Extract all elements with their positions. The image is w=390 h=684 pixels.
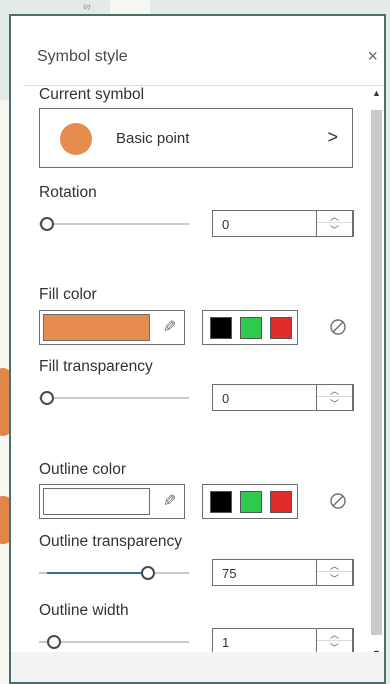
outline-width-value: 1 [222,635,230,650]
map-street-label: S [81,2,93,12]
slider-thumb[interactable] [40,217,54,231]
chevron-up-icon[interactable]: ︿ [317,211,352,223]
fill-color-palette [202,310,298,345]
close-button[interactable]: × [367,46,378,67]
scrollbar-thumb[interactable] [371,110,382,635]
outline-color-swatch[interactable] [43,488,150,515]
no-color-icon[interactable] [329,492,347,510]
no-color-icon[interactable] [329,318,347,336]
palette-red-swatch[interactable] [270,491,292,513]
chevron-down-icon[interactable]: ﹀ [317,398,352,410]
current-symbol-button[interactable]: Basic point > [39,108,353,168]
palette-black-swatch[interactable] [210,491,232,513]
outline-color-label: Outline color [39,461,127,478]
slider-fill [47,572,148,574]
chevron-down-icon[interactable]: ﹀ [317,224,352,236]
chevron-down-icon[interactable]: ﹀ [317,573,352,585]
pencil-icon[interactable]: ✎ [163,491,176,511]
rotation-slider[interactable] [39,214,189,234]
slider-thumb[interactable] [140,566,155,580]
outline-transparency-value: 75 [222,566,237,581]
chevron-up-icon[interactable]: ︿ [317,385,352,397]
chevron-up-icon[interactable]: ︿ [317,629,352,641]
fill-color-label: Fill color [39,286,97,303]
outline-width-slider[interactable] [39,632,189,652]
scrollbar[interactable]: ▲ ▼ [369,86,384,660]
slider-thumb[interactable] [40,391,54,405]
symbol-name: Basic point [116,130,190,147]
palette-red-swatch[interactable] [270,317,292,339]
outline-color-palette [202,484,298,519]
fill-transparency-slider[interactable] [39,388,189,408]
rotation-label: Rotation [39,184,97,201]
slider-track [39,223,189,225]
slider-track [39,641,189,643]
outline-width-label: Outline width [39,602,129,619]
slider-track [39,397,189,399]
outline-transparency-label: Outline transparency [39,533,183,550]
palette-green-swatch[interactable] [240,491,262,513]
outline-width-stepper[interactable]: ︿ ﹀ [316,628,353,655]
fill-transparency-label: Fill transparency [39,358,153,375]
pencil-icon[interactable]: ✎ [163,317,176,337]
palette-green-swatch[interactable] [240,317,262,339]
map-road [110,0,150,14]
fill-color-field[interactable]: ✎ [39,310,185,345]
rotation-stepper[interactable]: ︿ ﹀ [316,210,353,237]
symbol-preview-icon [60,123,92,155]
outline-transparency-stepper[interactable]: ︿ ﹀ [316,559,353,586]
rotation-value: 0 [222,217,230,232]
panel-footer [11,652,384,682]
slider-thumb[interactable] [46,635,61,649]
fill-color-swatch[interactable] [43,314,150,341]
panel-header: Symbol style × [23,26,384,86]
chevron-up-icon[interactable]: ︿ [317,560,352,572]
panel-content: Current symbol Basic point > Rotation 0 … [23,86,368,660]
chevron-right-icon: > [327,127,338,147]
outline-transparency-slider[interactable] [39,563,189,583]
panel-title: Symbol style [37,48,128,65]
symbol-style-panel: Symbol style × Current symbol Basic poin… [9,14,386,684]
outline-color-field[interactable]: ✎ [39,484,185,519]
fill-transparency-stepper[interactable]: ︿ ﹀ [316,384,353,411]
current-symbol-label: Current symbol [39,86,145,103]
scroll-up-icon[interactable]: ▲ [369,88,384,98]
palette-black-swatch[interactable] [210,317,232,339]
fill-transparency-value: 0 [222,391,230,406]
